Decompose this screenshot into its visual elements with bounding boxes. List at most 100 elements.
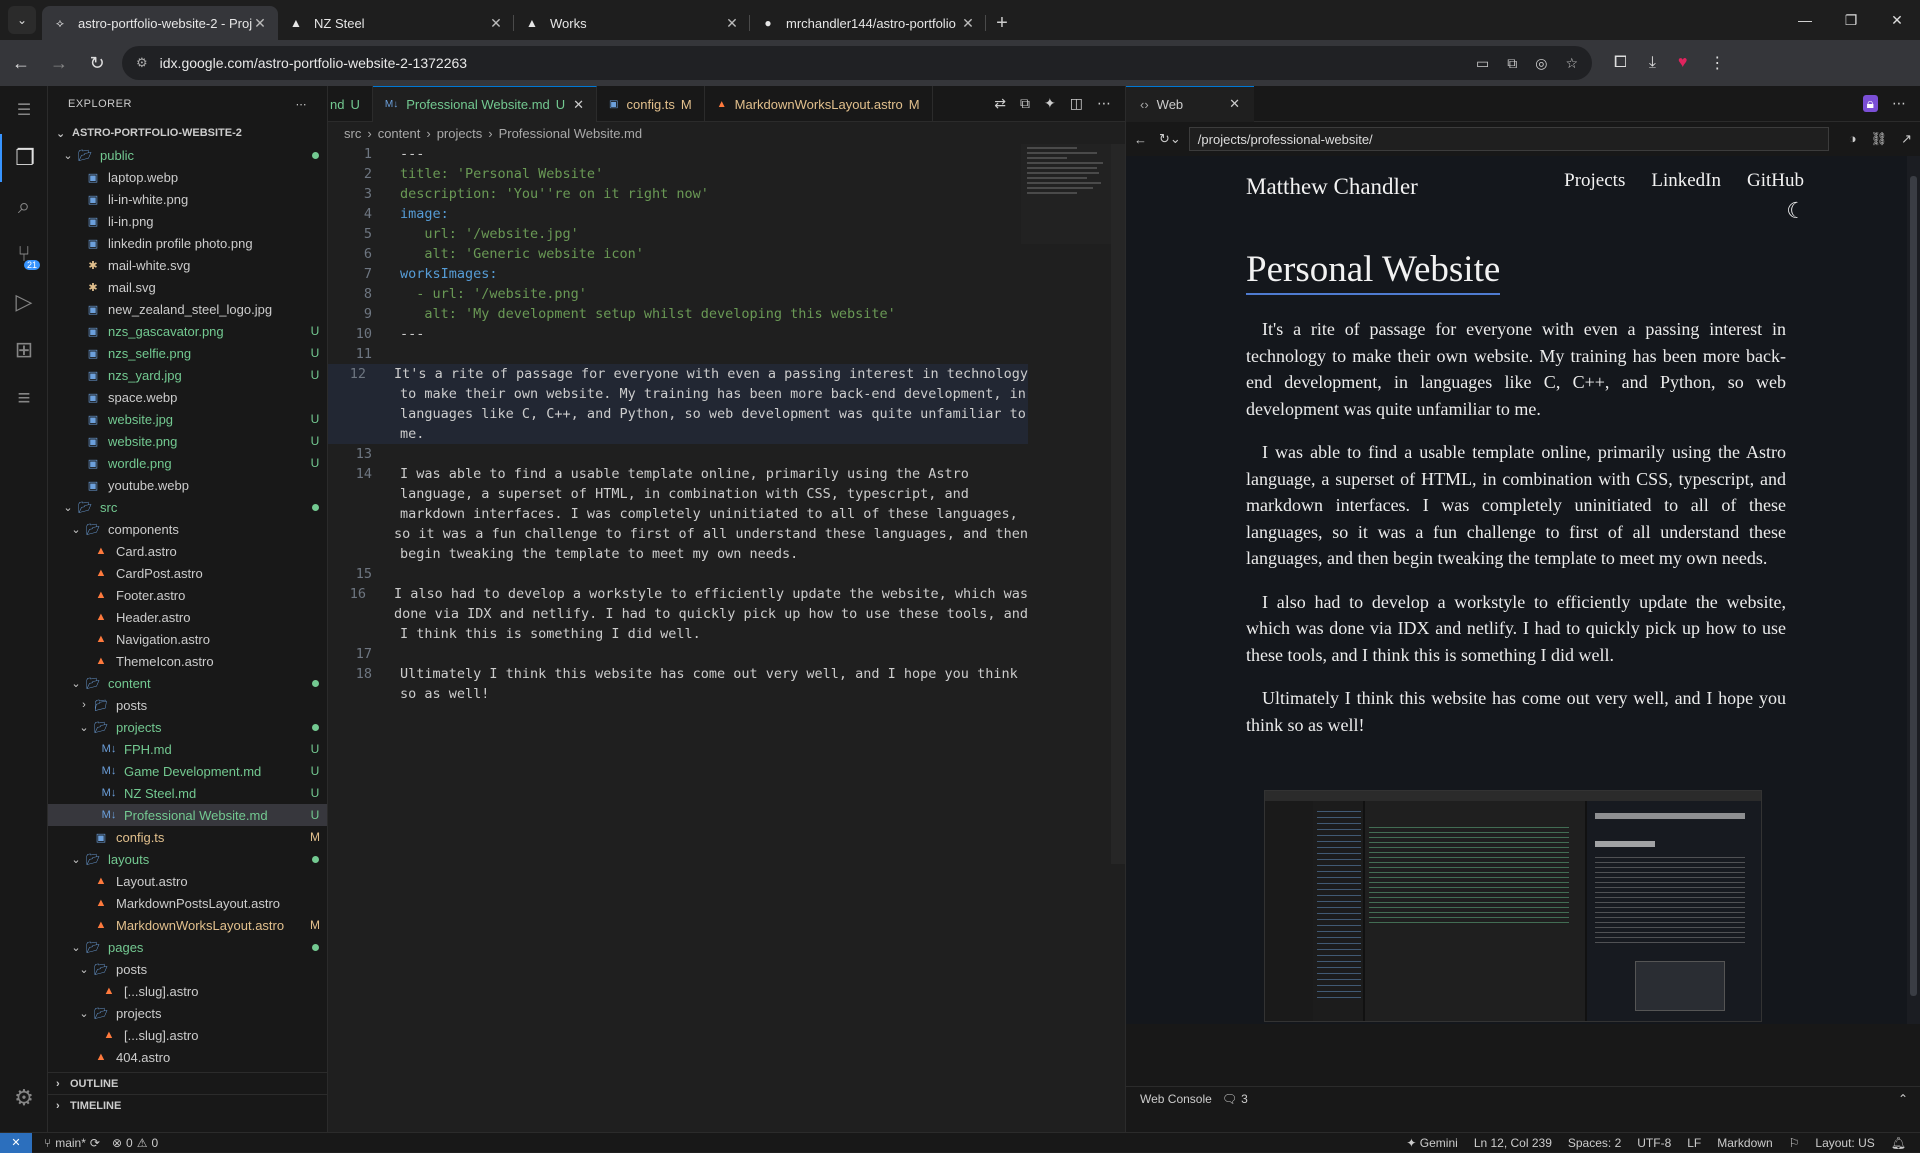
tree-file[interactable]: ▲ MarkdownWorksLayout.astro M xyxy=(48,914,327,936)
tree-file[interactable]: ▣ linkedin profile photo.png xyxy=(48,232,327,254)
forward-icon[interactable]: → xyxy=(42,46,76,80)
outline-section[interactable]: › OUTLINE xyxy=(48,1072,327,1094)
close-tab-icon[interactable]: ✕ xyxy=(960,15,976,32)
tree-folder[interactable]: ⌄ 📂︎ components xyxy=(48,518,327,540)
tree-folder[interactable]: ⌄ 📂︎ public xyxy=(48,144,327,166)
editor-tab[interactable]: M↓ Professional Website.md U ✕ xyxy=(372,86,598,122)
close-tab-icon[interactable]: ✕ xyxy=(724,15,740,32)
settings-gear-icon[interactable]: ⚙ xyxy=(0,1074,48,1122)
page-icon[interactable]: ▭ xyxy=(1476,55,1489,72)
theme-moon-icon[interactable]: ☾ xyxy=(1786,198,1806,224)
link-icon[interactable]: ⛓ xyxy=(1871,131,1888,147)
tree-folder[interactable]: ⌄ 📂︎ src xyxy=(48,496,327,518)
preview-icon[interactable]: ⧉ xyxy=(1020,95,1030,112)
encoding[interactable]: UTF-8 xyxy=(1637,1136,1671,1150)
close-window-button[interactable]: ✕ xyxy=(1874,0,1920,40)
language-mode[interactable]: Markdown xyxy=(1717,1136,1772,1150)
tree-file[interactable]: ▣ li-in-white.png xyxy=(48,188,327,210)
web-console-bar[interactable]: Web Console 🗨︎ 3 ⌃ xyxy=(1126,1086,1920,1110)
site-name[interactable]: Matthew Chandler xyxy=(1246,174,1418,200)
explorer-icon[interactable]: ❐ xyxy=(0,134,48,182)
tree-file[interactable]: ▣ config.ts M xyxy=(48,826,327,848)
minimap[interactable] xyxy=(1021,144,1111,244)
web-preview-tab[interactable]: ‹› Web ✕ xyxy=(1126,85,1255,122)
breadcrumb-item[interactable]: src xyxy=(344,126,361,141)
sync-icon[interactable]: ⟳ xyxy=(90,1136,100,1150)
tree-file[interactable]: ▣ nzs_gascavator.png U xyxy=(48,320,327,342)
line-ending[interactable]: LF xyxy=(1687,1136,1701,1150)
breadcrumb-item[interactable]: content xyxy=(378,126,421,141)
keyboard-layout[interactable]: Layout: US xyxy=(1815,1136,1874,1150)
tree-file[interactable]: ▲ Card.astro xyxy=(48,540,327,562)
close-tab-icon[interactable]: ✕ xyxy=(488,15,504,32)
reload-icon[interactable]: ↻ xyxy=(80,46,114,80)
tree-folder[interactable]: ⌄ 📂︎ projects xyxy=(48,716,327,738)
extensions-view-icon[interactable]: ⊞ xyxy=(0,326,48,374)
editor-tab[interactable]: nd U xyxy=(328,86,373,122)
download-icon[interactable]: ⤓ xyxy=(1649,54,1656,72)
tree-file[interactable]: ▣ youtube.webp xyxy=(48,474,327,496)
gemini-status[interactable]: ✦ Gemini xyxy=(1406,1136,1457,1150)
tree-file[interactable]: ▣ wordle.png U xyxy=(48,452,327,474)
breadcrumb-item[interactable]: Professional Website.md xyxy=(499,126,643,141)
minimize-button[interactable]: — xyxy=(1782,0,1828,40)
remote-icon[interactable]: ✕ xyxy=(0,1132,32,1153)
open-external-icon[interactable]: ↗ xyxy=(1901,131,1912,147)
eye-off-icon[interactable]: ◎ xyxy=(1535,55,1547,72)
tree-file[interactable]: ▣ website.png U xyxy=(48,430,327,452)
editor-more-icon[interactable]: ⋯ xyxy=(1097,95,1111,112)
split-editor-icon[interactable]: ◫ xyxy=(1070,95,1083,112)
tree-file[interactable]: M↓ NZ Steel.md U xyxy=(48,782,327,804)
chrome-menu-icon[interactable]: ⋮ xyxy=(1709,53,1725,73)
preview-url-input[interactable]: /projects/professional-website/ xyxy=(1188,127,1829,151)
workspace-root[interactable]: ⌄ ASTRO-PORTFOLIO-WEBSITE-2 xyxy=(48,122,327,144)
preview-reload-icon[interactable]: ↻⌄ xyxy=(1159,131,1181,147)
tree-file[interactable]: ▣ li-in.png xyxy=(48,210,327,232)
close-web-tab-icon[interactable]: ✕ xyxy=(1229,96,1240,112)
tree-file[interactable]: ▲ Navigation.astro xyxy=(48,628,327,650)
feedback-icon[interactable]: ⚐ xyxy=(1789,1136,1800,1150)
browser-tab[interactable]: ▲ NZ Steel ✕ xyxy=(278,6,514,40)
tree-file[interactable]: ▲ 404.astro xyxy=(48,1046,327,1068)
tree-file[interactable]: ▲ CardPost.astro xyxy=(48,562,327,584)
tree-folder[interactable]: ⌄ 📂︎ layouts xyxy=(48,848,327,870)
profile-avatar[interactable]: ♥ xyxy=(1678,54,1688,72)
code-editor[interactable]: 1 --- 2 title: 'Personal Website' 3 descripti… xyxy=(328,144,1028,704)
restore-button[interactable]: ❐ xyxy=(1828,0,1874,40)
tree-folder[interactable]: ⌄ 📂︎ projects xyxy=(48,1002,327,1024)
search-icon[interactable]: ⌕ xyxy=(0,182,48,230)
tree-file[interactable]: ▣ space.webp xyxy=(48,386,327,408)
site-nav-link[interactable]: LinkedIn xyxy=(1651,170,1721,192)
tree-file[interactable]: ▲ [...slug].astro xyxy=(48,980,327,1002)
site-scrollbar[interactable] xyxy=(1907,156,1920,1024)
tree-file[interactable]: ▲ Layout.astro xyxy=(48,870,327,892)
problems-indicator[interactable]: ⊗ 0 ⚠ 0 xyxy=(112,1136,158,1150)
tree-file[interactable]: ✱ mail.svg xyxy=(48,276,327,298)
browser-tab[interactable]: ⟡ astro-portfolio-website-2 - Proj ✕ xyxy=(42,6,278,40)
site-nav-link[interactable]: GitHub xyxy=(1747,170,1804,192)
tree-file[interactable]: ▣ laptop.webp xyxy=(48,166,327,188)
tree-file[interactable]: ▲ Header.astro xyxy=(48,606,327,628)
tree-file[interactable]: M↓ Professional Website.md U xyxy=(48,804,327,826)
tree-file[interactable]: ✱ mail-white.svg xyxy=(48,254,327,276)
close-tab-icon[interactable]: ✕ xyxy=(252,15,268,32)
site-info-icon[interactable]: ⚙ xyxy=(136,55,148,71)
tree-file[interactable]: ▲ Footer.astro xyxy=(48,584,327,606)
tree-folder[interactable]: ⌄ 📂︎ posts xyxy=(48,958,327,980)
outline-list-icon[interactable]: ≡ xyxy=(0,374,48,422)
menu-icon[interactable]: ☰ xyxy=(0,86,48,134)
tree-file[interactable]: ▣ website.jpg U xyxy=(48,408,327,430)
tree-file[interactable]: M↓ Game Development.md U xyxy=(48,760,327,782)
indentation[interactable]: Spaces: 2 xyxy=(1568,1136,1621,1150)
tree-file[interactable]: ▣ nzs_yard.jpg U xyxy=(48,364,327,386)
tree-file[interactable]: ▲ ThemeIcon.astro xyxy=(48,650,327,672)
editor-tab[interactable]: ▣ config.ts M xyxy=(597,86,705,122)
bookmark-star-icon[interactable]: ☆ xyxy=(1565,55,1578,72)
source-control-icon[interactable]: ⑂ 21 xyxy=(0,230,48,278)
preview-more-icon[interactable]: ⋯ xyxy=(1892,95,1906,112)
editor-tab[interactable]: ▲ MarkdownWorksLayout.astro M xyxy=(705,86,933,122)
new-tab-button[interactable]: + xyxy=(986,6,1018,40)
browser-tab[interactable]: ● mrchandler144/astro-portfolio ✕ xyxy=(750,6,986,40)
preview-back-icon[interactable]: ← xyxy=(1134,132,1147,147)
devtools-icon[interactable]: ◑ xyxy=(1849,131,1857,147)
